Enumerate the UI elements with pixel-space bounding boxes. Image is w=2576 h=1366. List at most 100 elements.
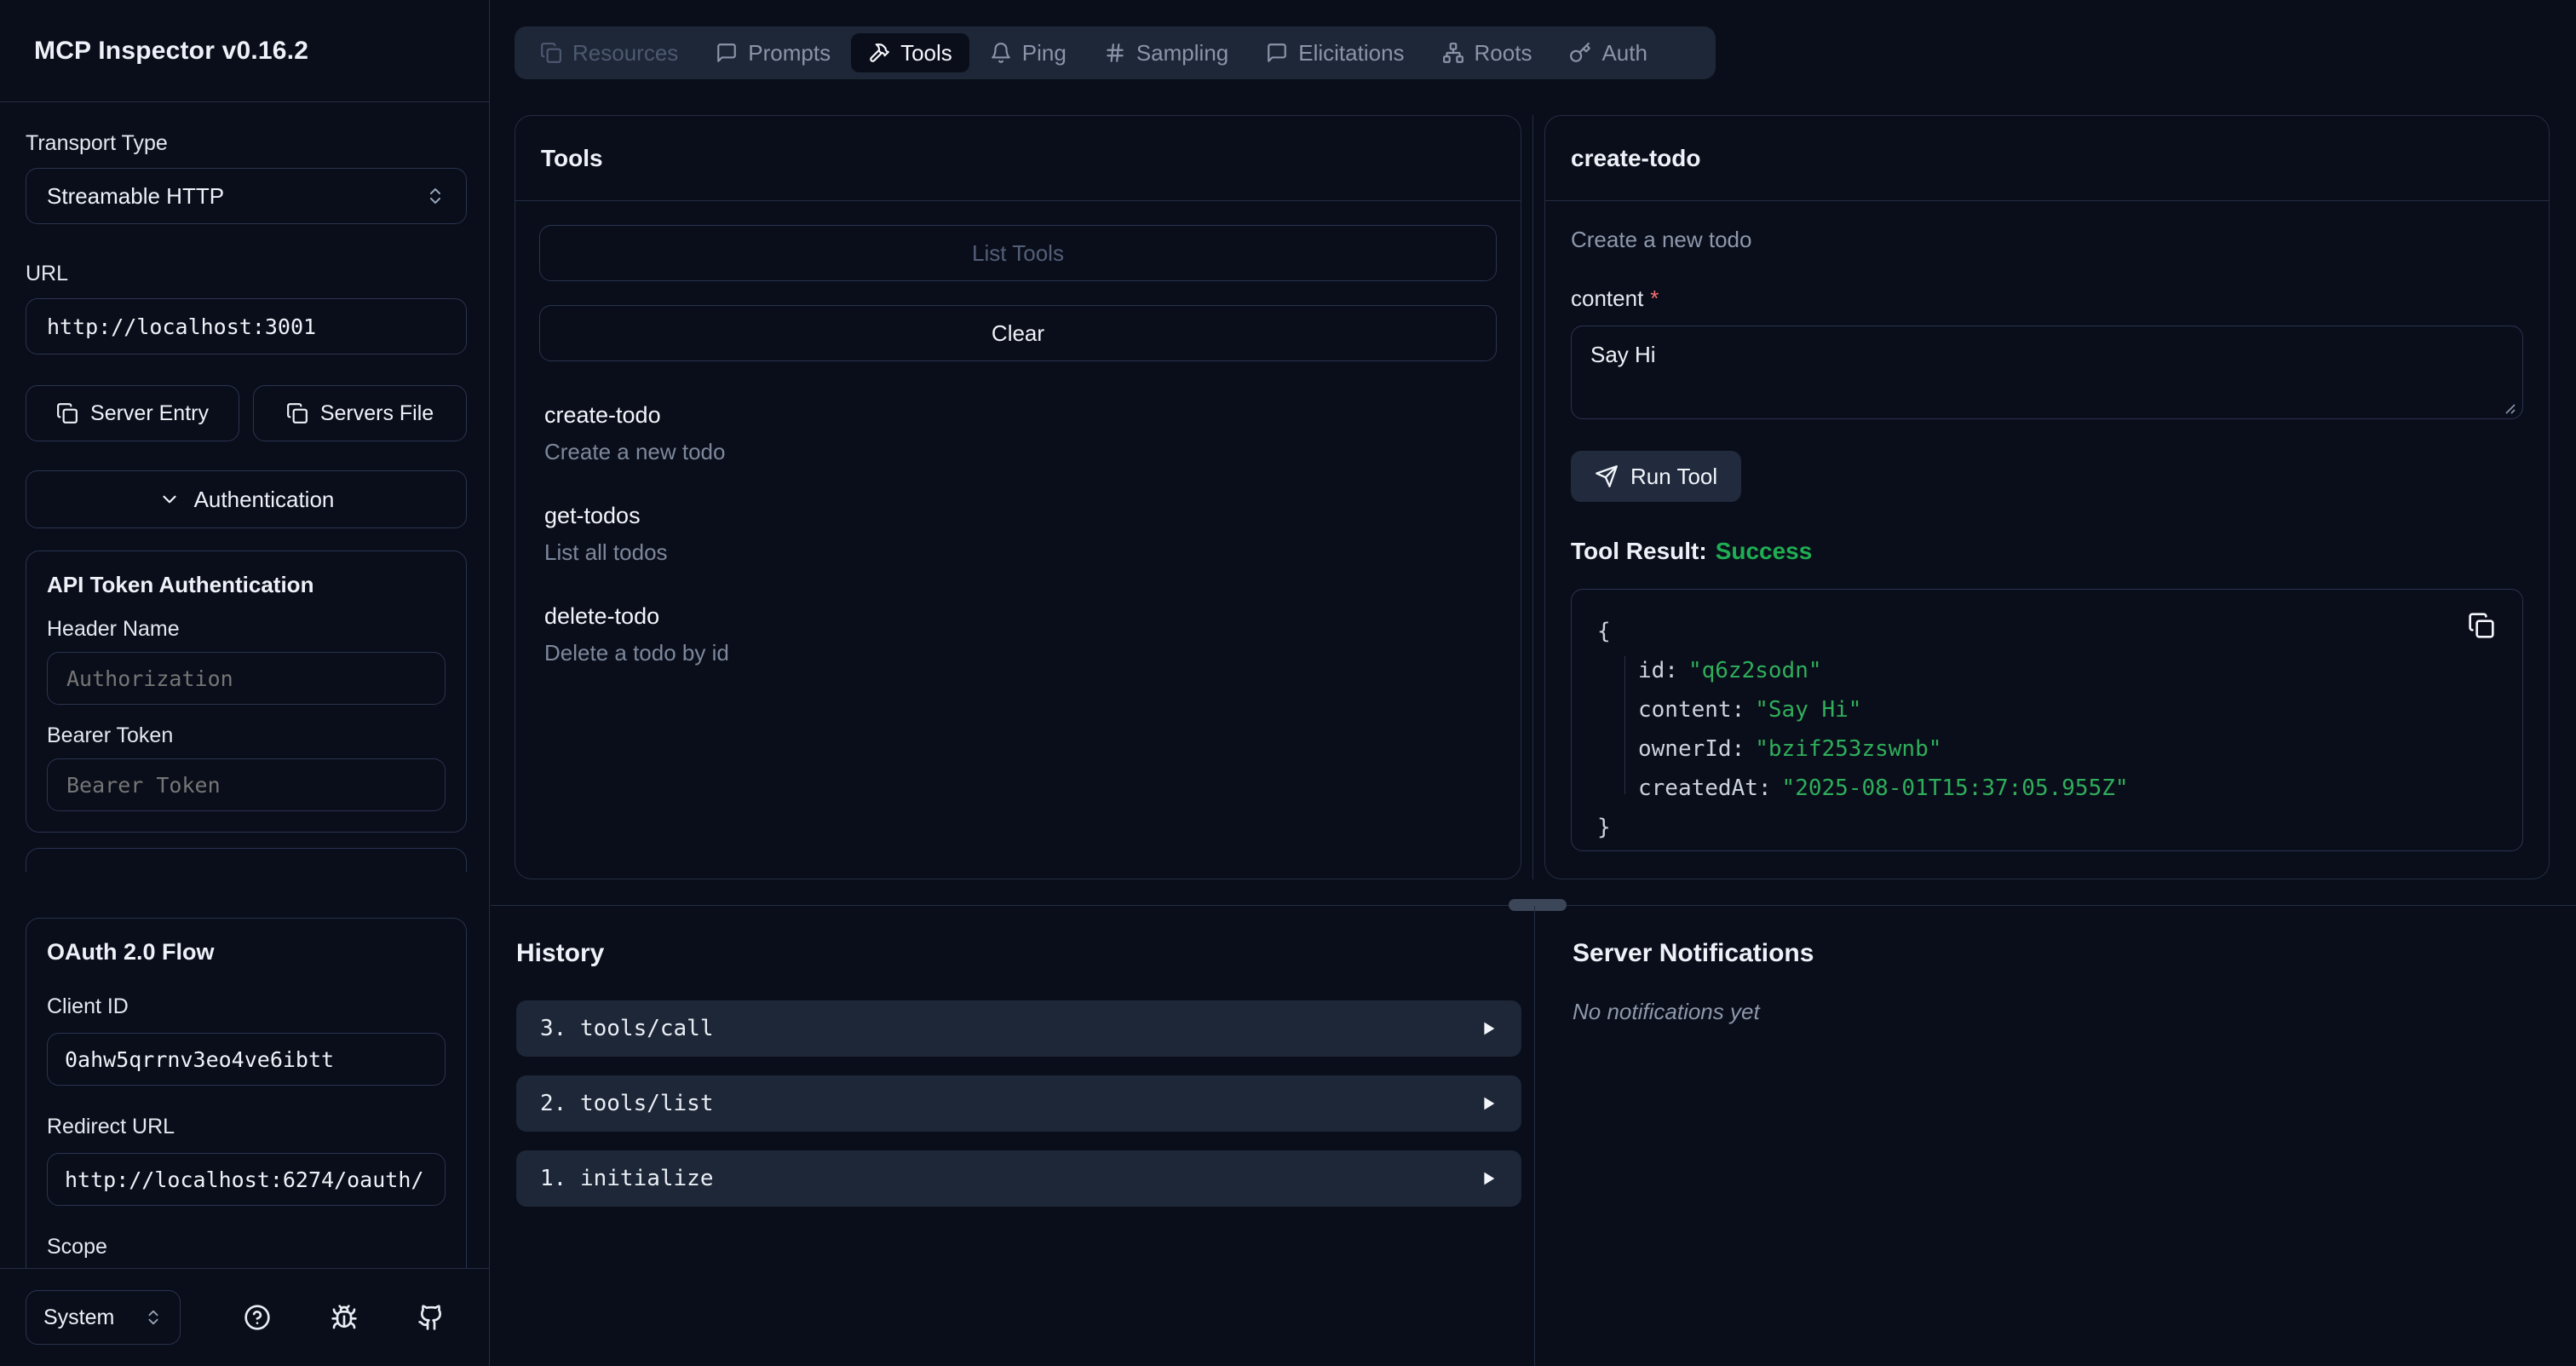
oauth-flow-title: OAuth 2.0 Flow xyxy=(47,939,446,965)
api-token-title: API Token Authentication xyxy=(47,572,446,598)
json-value: "Say Hi" xyxy=(1755,697,1861,723)
client-id-input[interactable] xyxy=(47,1033,446,1086)
header-name-input[interactable] xyxy=(47,652,446,705)
json-row: ownerId:"bzif253zswnb" xyxy=(1597,729,2497,769)
authentication-toggle[interactable]: Authentication xyxy=(26,470,467,528)
redirect-url-label: Redirect URL xyxy=(47,1115,446,1139)
required-marker: * xyxy=(1650,285,1659,311)
files-icon xyxy=(540,42,562,64)
transport-type-label: Transport Type xyxy=(26,131,467,156)
bug-icon xyxy=(331,1304,358,1331)
tab-ping[interactable]: Ping xyxy=(973,33,1084,72)
json-value: "2025-08-01T15:37:05.955Z" xyxy=(1782,775,2129,801)
redirect-url-input[interactable] xyxy=(47,1153,446,1206)
json-open-brace: { xyxy=(1597,612,2497,651)
history-row-tools-call[interactable]: 3. tools/call xyxy=(516,1000,1521,1057)
bearer-token-label: Bearer Token xyxy=(47,723,446,748)
tab-label: Tools xyxy=(900,40,952,66)
footer-icons xyxy=(244,1304,445,1331)
history-title: History xyxy=(516,939,1521,968)
history-row-label: 1. initialize xyxy=(540,1166,714,1191)
tool-list-item-delete-todo[interactable]: delete-todo Delete a todo by id xyxy=(544,585,1492,685)
json-key: content: xyxy=(1638,697,1745,723)
top-tab-bar: Resources Prompts Tools Ping Sampling El… xyxy=(515,26,1716,79)
history-row-label: 3. tools/call xyxy=(540,1016,714,1041)
tool-list-item-get-todos[interactable]: get-todos List all todos xyxy=(544,484,1492,585)
tool-description: List all todos xyxy=(544,539,1492,566)
tool-description: Delete a todo by id xyxy=(544,640,1492,666)
tab-label: Roots xyxy=(1475,40,1532,66)
hash-icon xyxy=(1104,42,1126,64)
tool-list: create-todo Create a new todo get-todos … xyxy=(539,383,1497,685)
tool-result-label: Tool Result: xyxy=(1571,538,1707,564)
tab-label: Auth xyxy=(1601,40,1647,66)
history-rows: 3. tools/call 2. tools/list 1. initializ… xyxy=(516,1000,1521,1207)
server-entry-label: Server Entry xyxy=(90,401,209,426)
json-key: createdAt: xyxy=(1638,775,1772,801)
help-button[interactable] xyxy=(244,1304,271,1331)
sidebar-content: Transport Type Streamable HTTP URL Serve… xyxy=(0,102,489,1268)
clear-tools-button[interactable]: Clear xyxy=(539,305,1497,361)
content-textarea[interactable]: Say Hi xyxy=(1571,326,2523,419)
servers-file-button[interactable]: Servers File xyxy=(253,385,467,441)
tab-sampling[interactable]: Sampling xyxy=(1087,33,1245,72)
history-row-initialize[interactable]: 1. initialize xyxy=(516,1150,1521,1207)
tool-result-status: Success xyxy=(1716,538,1813,564)
tool-result-json-box: { id:"q6z2sodn" content:"Say Hi" ownerId… xyxy=(1571,589,2523,851)
copy-result-button[interactable] xyxy=(2468,612,2495,639)
json-key: id: xyxy=(1638,658,1678,683)
url-label: URL xyxy=(26,262,467,286)
json-row: createdAt: "2025-08-01T15:37:05.955Z" xyxy=(1597,769,2497,808)
tab-label: Elicitations xyxy=(1298,40,1404,66)
panel-resize-gutter[interactable] xyxy=(1532,115,1533,879)
tools-panel-title: Tools xyxy=(515,116,1521,201)
tab-elicitations[interactable]: Elicitations xyxy=(1249,33,1421,72)
run-tool-button[interactable]: Run Tool xyxy=(1571,451,1741,502)
tab-prompts[interactable]: Prompts xyxy=(699,33,848,72)
server-notifications-section: Server Notifications No notifications ye… xyxy=(1573,905,2510,1025)
github-button[interactable] xyxy=(417,1304,445,1331)
tool-list-item-create-todo[interactable]: create-todo Create a new todo xyxy=(544,383,1492,484)
sidebar: MCP Inspector v0.16.2 Transport Type Str… xyxy=(0,0,490,1366)
transport-type-value: Streamable HTTP xyxy=(47,183,224,210)
servers-file-label: Servers File xyxy=(320,401,434,426)
chevron-down-icon xyxy=(158,488,181,510)
tab-auth[interactable]: Auth xyxy=(1552,33,1665,72)
chevrons-up-down-icon xyxy=(425,186,446,206)
run-tool-label: Run Tool xyxy=(1630,464,1717,490)
report-bug-button[interactable] xyxy=(331,1304,358,1331)
sidebar-footer: System xyxy=(0,1268,489,1366)
json-key: ownerId: xyxy=(1638,736,1745,762)
list-tools-button[interactable]: List Tools xyxy=(539,225,1497,281)
tab-tools[interactable]: Tools xyxy=(851,33,969,72)
server-entry-button[interactable]: Server Entry xyxy=(26,385,239,441)
tab-label: Sampling xyxy=(1136,40,1228,66)
api-token-card: API Token Authentication Header Name Bea… xyxy=(26,550,467,833)
selected-tool-description: Create a new todo xyxy=(1571,227,2523,253)
no-notifications-message: No notifications yet xyxy=(1573,999,2510,1025)
content-field-label: content* xyxy=(1571,285,2523,312)
sidebar-header: MCP Inspector v0.16.2 xyxy=(0,0,489,102)
history-row-tools-list[interactable]: 2. tools/list xyxy=(516,1075,1521,1132)
tab-label: Prompts xyxy=(748,40,831,66)
message-square-icon xyxy=(716,42,738,64)
expand-arrow-icon xyxy=(1479,1169,1498,1188)
transport-type-select[interactable]: Streamable HTTP xyxy=(26,168,467,224)
selected-tool-title: create-todo xyxy=(1545,116,2549,201)
url-input[interactable] xyxy=(26,298,467,354)
bearer-token-input[interactable] xyxy=(47,758,446,811)
chevrons-up-down-icon xyxy=(144,1308,163,1327)
theme-select[interactable]: System xyxy=(26,1290,181,1345)
header-name-label: Header Name xyxy=(47,617,446,642)
network-icon xyxy=(1442,42,1464,64)
tab-roots[interactable]: Roots xyxy=(1425,33,1550,72)
key-icon xyxy=(1569,42,1591,64)
tab-label: Resources xyxy=(572,40,678,66)
tab-resources: Resources xyxy=(523,33,695,72)
clipped-card-top xyxy=(26,848,467,872)
copy-icon xyxy=(286,402,308,424)
content-textarea-wrap: Say Hi xyxy=(1571,312,2523,425)
github-icon xyxy=(417,1304,445,1331)
selected-tool-panel: create-todo Create a new todo content* S… xyxy=(1544,115,2550,879)
client-id-label: Client ID xyxy=(47,994,446,1019)
